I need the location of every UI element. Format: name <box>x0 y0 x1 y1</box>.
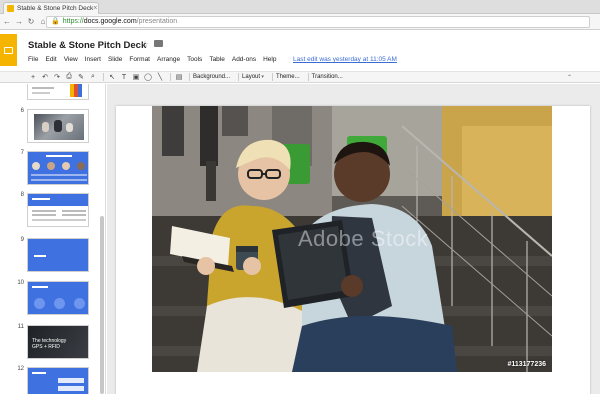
filmstrip-item[interactable]: 7 <box>0 150 100 186</box>
textbox-icon[interactable]: T <box>119 72 129 82</box>
slide-number: 6 <box>20 108 24 114</box>
app-header: Stable & Stone Pitch Deck ☆ File Edit Vi… <box>0 31 600 71</box>
redo-icon[interactable]: ↷ <box>52 72 62 82</box>
filmstrip-item[interactable]: 12 <box>0 366 100 394</box>
menu-file[interactable]: File <box>28 56 38 63</box>
image-icon[interactable]: ▣ <box>131 72 141 82</box>
browser-tab-bar: Stable & Stone Pitch Deck × <box>0 0 600 14</box>
filmstrip-item[interactable]: 6 <box>0 108 100 144</box>
slide-thumbnail[interactable] <box>27 238 89 272</box>
filmstrip-item[interactable]: 11 The technology GPS + RFID <box>0 324 100 360</box>
filmstrip-item[interactable]: 8 <box>0 192 100 228</box>
url-path: /presentation <box>136 18 178 25</box>
zoom-icon[interactable]: ⌕ <box>88 72 98 82</box>
comment-icon[interactable]: ▤ <box>174 72 184 82</box>
toolbar-divider <box>271 73 273 81</box>
transition-button[interactable]: Transition... <box>312 74 343 80</box>
current-slide[interactable]: Adobe Stock #113177236 <box>116 106 590 394</box>
folder-icon[interactable] <box>154 40 163 47</box>
url-host: docs.google.com <box>83 18 137 25</box>
paint-format-icon[interactable]: ✎ <box>76 72 86 82</box>
slide-thumbnail[interactable] <box>27 367 89 394</box>
menu-help[interactable]: Help <box>263 56 276 63</box>
menu-table[interactable]: Table <box>209 56 225 63</box>
star-icon[interactable]: ☆ <box>141 39 149 50</box>
menu-format[interactable]: Format <box>129 56 150 63</box>
slide-number: 12 <box>17 366 24 372</box>
toolbar-divider <box>238 73 240 81</box>
menu-edit[interactable]: Edit <box>45 56 56 63</box>
filmstrip-scrollbar[interactable] <box>100 216 104 394</box>
back-icon[interactable]: ← <box>2 17 12 26</box>
slide-11-text-line2: GPS + RFID <box>32 344 60 350</box>
slide-thumbnail[interactable] <box>27 84 89 100</box>
slide-number: 11 <box>17 324 24 330</box>
menu-insert[interactable]: Insert <box>85 56 101 63</box>
menu-tools[interactable]: Tools <box>187 56 202 63</box>
tab-title: Stable & Stone Pitch Deck <box>17 5 94 12</box>
menu-slide[interactable]: Slide <box>108 56 122 63</box>
slide-number: 9 <box>20 237 24 243</box>
adobe-stock-watermark: Adobe Stock <box>298 226 429 251</box>
stock-image-id: #113177236 <box>507 361 546 368</box>
theme-button[interactable]: Theme... <box>276 74 300 80</box>
slide-number: 10 <box>17 280 24 286</box>
slide-thumbnail[interactable]: The technology GPS + RFID <box>27 325 89 359</box>
toolbar-divider <box>307 73 309 81</box>
toolbar: + ↶ ↷ ⎙ ✎ ⌕ ↖ T ▣ ◯ ╲ ▤ Background... La… <box>0 71 600 83</box>
undo-icon[interactable]: ↶ <box>40 72 50 82</box>
slide-thumbnail[interactable] <box>27 193 89 227</box>
layout-button[interactable]: Layout <box>242 74 264 80</box>
add-icon[interactable]: + <box>28 72 38 82</box>
toolbar-divider <box>170 73 171 81</box>
menu-arrange[interactable]: Arrange <box>157 56 180 63</box>
toolbar-divider <box>103 73 104 81</box>
menu-addons[interactable]: Add-ons <box>232 56 256 63</box>
google-slides-window: Stable & Stone Pitch Deck × ← → ↻ ⌂ 🔒 ht… <box>0 0 600 394</box>
background-button[interactable]: Background... <box>193 74 230 80</box>
url-field[interactable]: 🔒 https:// docs.google.com /presentation <box>46 16 590 28</box>
toolbar-divider <box>189 73 190 81</box>
stock-photo[interactable]: Adobe Stock #113177236 <box>152 106 552 372</box>
slides-logo-icon[interactable] <box>0 34 17 66</box>
slide-canvas: Adobe Stock #113177236 <box>107 84 600 394</box>
document-title[interactable]: Stable & Stone Pitch Deck <box>28 40 146 51</box>
collapse-toolbar-icon[interactable]: ⌃ <box>567 74 572 81</box>
print-icon[interactable]: ⎙ <box>64 72 74 82</box>
select-icon[interactable]: ↖ <box>107 72 117 82</box>
slide-thumbnail[interactable] <box>27 281 89 315</box>
url-scheme: https:// <box>62 18 84 25</box>
filmstrip-item[interactable]: 10 <box>0 280 100 316</box>
lock-icon: 🔒 <box>51 18 60 25</box>
shape-icon[interactable]: ◯ <box>143 72 153 82</box>
slide-thumbnail[interactable] <box>27 151 89 185</box>
slide-thumbnail[interactable] <box>27 109 89 143</box>
tab-close-icon[interactable]: × <box>93 5 97 12</box>
slide-number: 7 <box>20 150 24 156</box>
menu-bar: File Edit View Insert Slide Format Arran… <box>28 56 276 63</box>
slide-filmstrip: 6 7 8 9 10 11 The technology GPS + RFID … <box>0 84 106 394</box>
slides-favicon-icon <box>7 5 14 12</box>
forward-icon[interactable]: → <box>14 17 24 26</box>
filmstrip-item[interactable]: 9 <box>0 237 100 273</box>
last-edit-link[interactable]: Last edit was yesterday at 11:05 AM <box>293 56 397 63</box>
line-icon[interactable]: ╲ <box>155 72 165 82</box>
browser-address-bar: ← → ↻ ⌂ 🔒 https:// docs.google.com /pres… <box>0 14 600 30</box>
slide-number: 8 <box>20 192 24 198</box>
menu-view[interactable]: View <box>64 56 78 63</box>
browser-tab[interactable]: Stable & Stone Pitch Deck × <box>3 2 99 14</box>
reload-icon[interactable]: ↻ <box>26 17 36 26</box>
